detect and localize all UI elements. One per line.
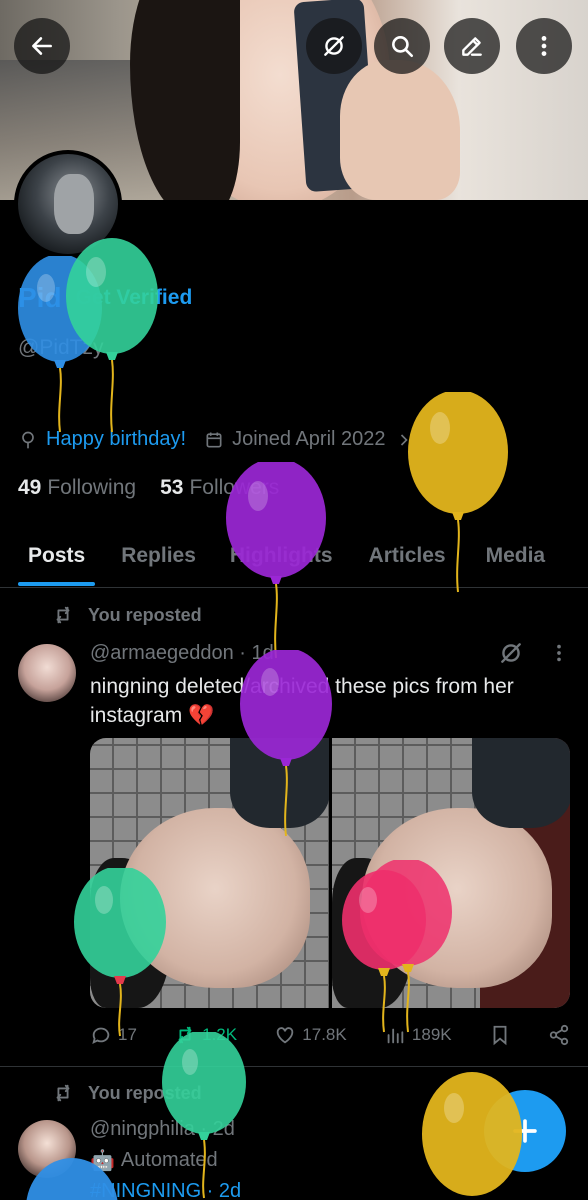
image-clothing [471,738,570,828]
repost-icon [56,1084,70,1102]
bookmark-icon [493,1025,507,1046]
grok-icon[interactable] [498,640,524,666]
bookmark-button[interactable] [489,1024,511,1046]
views-icon [387,1028,404,1044]
back-button[interactable] [14,18,70,74]
more-vertical-icon [541,36,547,56]
reply-button[interactable]: 17 [90,1024,137,1046]
repost-count: 1.2K [202,1025,238,1044]
tweet-header[interactable]: @ningphilia · 2d [90,1118,235,1141]
profile-handle: @PidTzy [18,336,104,359]
more-vertical-icon[interactable] [548,642,570,664]
display-name: Pid [18,282,62,313]
view-count: 189K [411,1025,452,1044]
tab-highlights[interactable]: Highlights [230,530,333,587]
followers-count: 53 [160,476,184,499]
birthday-text: Happy birthday! [46,428,187,450]
robot-icon: 🤖 [90,1150,115,1172]
calendar-icon [206,432,222,447]
followers-label: Followers [189,476,280,499]
name-row: Pid Get Verified [18,282,192,314]
follow-counts: 49 Following 53 Followers [18,476,279,500]
heart-icon [277,1027,294,1044]
tweet-author-avatar[interactable] [18,1120,76,1178]
tab-replies[interactable]: Replies [121,530,196,587]
banner-hand [340,60,460,200]
tab-media[interactable]: Media [486,530,546,587]
reply-count: 17 [118,1025,137,1044]
views-button[interactable]: 189K [384,1024,452,1046]
tweet-text: #NINGNING · 2d [90,1180,242,1200]
post-divider [0,1066,588,1067]
profile-avatar[interactable] [14,150,122,258]
repost-label: You reposted [88,1082,202,1103]
search-icon [392,36,414,58]
following-label: Following [47,476,137,499]
tab-posts[interactable]: Posts [17,530,96,587]
following-link[interactable]: 49 Following [18,476,136,500]
balloon-green [162,1032,246,1199]
tweet-header[interactable]: @armaegeddon · 1d [90,642,274,665]
grok-button[interactable] [306,18,362,74]
tweet-actions: 17 1.2K 17.8K 189K [90,1024,570,1046]
tweet-media[interactable] [90,738,570,1008]
plus-icon [513,1119,537,1143]
search-button[interactable] [374,18,430,74]
profile-tabs: Posts Replies Highlights Articles Media [0,530,588,588]
followers-link[interactable]: 53 Followers [160,476,279,500]
profile-meta: Happy birthday! Joined April 2022 [18,428,414,451]
edit-profile-button[interactable] [444,18,500,74]
share-icon [549,1024,569,1046]
compose-button[interactable] [484,1090,566,1172]
repost-icon [178,1026,192,1044]
automated-label: Automated [120,1149,218,1171]
share-button[interactable] [548,1024,570,1046]
back-arrow-icon [32,37,52,55]
automated-badge: 🤖 Automated [90,1148,218,1173]
grok-icon [324,36,344,56]
like-count: 17.8K [302,1025,347,1044]
repost-label: You reposted [88,604,202,625]
edit-icon [462,37,482,56]
reply-icon [92,1027,110,1045]
tweet-image[interactable] [331,738,570,1008]
tab-articles[interactable]: Articles [369,530,446,587]
following-count: 49 [18,476,42,499]
repost-indicator: You reposted [52,1082,202,1104]
get-verified-link[interactable]: Get Verified [76,286,193,310]
more-button[interactable] [516,18,572,74]
tweet-author-avatar[interactable] [18,644,76,702]
balloon-icon [22,431,34,448]
like-button[interactable]: 17.8K [274,1024,347,1046]
tweet-image[interactable] [90,738,329,1008]
image-face [120,808,310,988]
repost-button[interactable]: 1.2K [174,1024,237,1046]
joined-date: Joined April 2022 [232,428,386,450]
tweet-text: ningning deleted/archived these pics fro… [90,675,514,727]
repost-icon [56,606,70,624]
image-face [361,808,552,988]
repost-indicator: You reposted [52,604,202,626]
avatar-face [54,174,94,234]
chevron-right-icon[interactable] [394,430,414,450]
image-clothing [230,738,329,828]
